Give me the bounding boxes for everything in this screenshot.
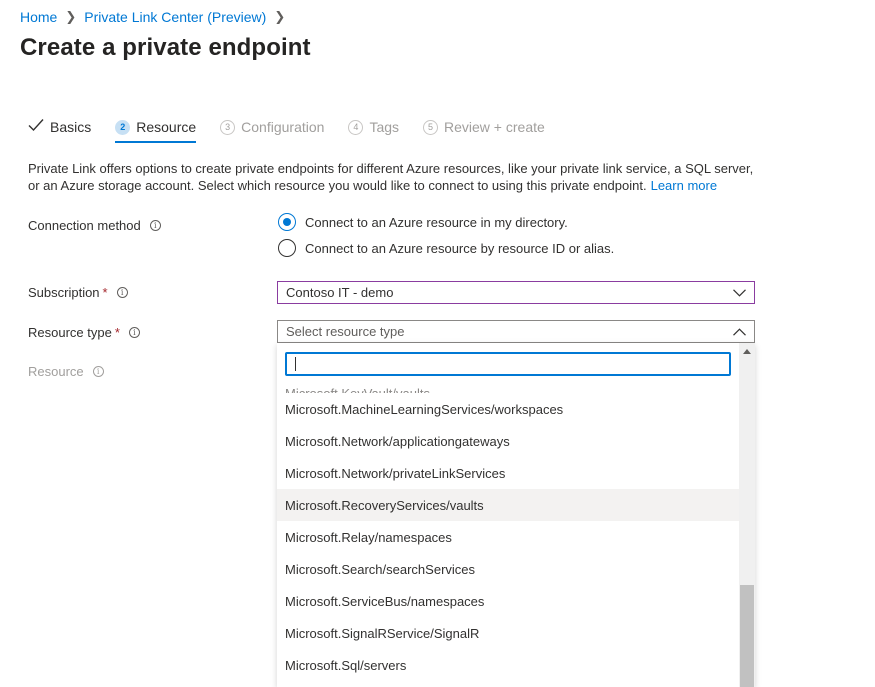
dropdown-option[interactable]: Microsoft.ServiceBus/namespaces xyxy=(277,585,739,617)
text-cursor xyxy=(295,357,296,371)
dropdown-option[interactable]: Microsoft.Network/applicationgateways xyxy=(277,425,739,457)
required-marker: * xyxy=(102,285,108,300)
info-icon[interactable]: i xyxy=(116,287,128,298)
subscription-label: Subscription * i xyxy=(28,285,128,300)
subscription-dropdown[interactable]: Contoso IT - demo xyxy=(277,281,755,304)
tab-basics[interactable]: Basics xyxy=(28,118,91,144)
resource-label: Resource i xyxy=(28,364,104,379)
dropdown-option[interactable]: Microsoft.MachineLearningServices/worksp… xyxy=(277,393,739,425)
connection-method-label: Connection method i xyxy=(28,218,161,233)
dropdown-options: Microsoft.KeyVault/vaults Microsoft.Mach… xyxy=(277,380,739,681)
radio-resource-id[interactable]: Connect to an Azure resource by resource… xyxy=(278,239,614,257)
checkmark-icon xyxy=(28,118,44,136)
dropdown-option[interactable]: Microsoft.SignalRService/SignalR xyxy=(277,617,739,649)
scroll-up-arrow-icon[interactable] xyxy=(743,349,751,354)
tab-label: Review + create xyxy=(444,119,545,135)
radio-button-unchecked[interactable] xyxy=(278,239,296,257)
step-number-badge: 3 xyxy=(220,119,236,135)
option-label: Microsoft.KeyVault/vaults xyxy=(285,386,430,393)
description-body: Private Link offers options to create pr… xyxy=(28,161,754,193)
wizard-tabs: Basics 2 Resource 3 Configuration 4 Tags… xyxy=(28,118,569,144)
breadcrumb-private-link-center[interactable]: Private Link Center (Preview) xyxy=(84,9,266,25)
chevron-down-icon xyxy=(732,286,746,300)
tab-label: Basics xyxy=(50,119,92,135)
info-icon[interactable]: i xyxy=(128,327,140,338)
tab-tags[interactable]: 4 Tags xyxy=(348,119,399,143)
step-number-badge: 4 xyxy=(348,119,364,135)
dropdown-search-box[interactable] xyxy=(285,352,731,376)
resource-type-label: Resource type * i xyxy=(28,325,140,340)
chevron-right-icon: ❯ xyxy=(274,9,286,24)
dropdown-scrollbar[interactable] xyxy=(739,343,755,687)
breadcrumb: Home ❯ Private Link Center (Preview) ❯ xyxy=(20,9,293,25)
radio-button-checked[interactable] xyxy=(278,213,296,231)
dropdown-option[interactable]: Microsoft.Sql/servers xyxy=(277,649,739,681)
info-icon[interactable]: i xyxy=(149,220,161,231)
label-text: Resource xyxy=(28,364,84,379)
dropdown-search-input[interactable] xyxy=(287,354,729,374)
dropdown-option[interactable]: Microsoft.Network/privateLinkServices xyxy=(277,457,739,489)
tab-label: Configuration xyxy=(241,119,325,135)
label-text: Connection method xyxy=(28,218,141,233)
label-text: Subscription xyxy=(28,285,100,300)
chevron-right-icon: ❯ xyxy=(65,9,77,24)
radio-label: Connect to an Azure resource by resource… xyxy=(305,240,615,256)
resource-type-dropdown[interactable]: Select resource type xyxy=(277,320,755,343)
chevron-up-icon xyxy=(732,325,746,339)
scrollbar-thumb[interactable] xyxy=(740,585,754,687)
dropdown-option[interactable]: Microsoft.KeyVault/vaults xyxy=(277,380,739,393)
resource-type-listbox: Microsoft.KeyVault/vaults Microsoft.Mach… xyxy=(277,343,755,687)
tab-configuration[interactable]: 3 Configuration xyxy=(220,119,324,143)
tab-label: Resource xyxy=(136,119,197,135)
dropdown-option-hovered[interactable]: Microsoft.RecoveryServices/vaults xyxy=(277,489,739,521)
description-text: Private Link offers options to create pr… xyxy=(28,160,758,194)
info-icon[interactable]: i xyxy=(92,366,104,377)
radio-label: Connect to an Azure resource in my direc… xyxy=(305,214,568,230)
tab-resource[interactable]: 2 Resource xyxy=(115,119,196,143)
radio-directory[interactable]: Connect to an Azure resource in my direc… xyxy=(278,213,568,231)
step-number-badge: 2 xyxy=(115,119,131,135)
page-title: Create a private endpoint xyxy=(20,34,311,61)
breadcrumb-home[interactable]: Home xyxy=(20,9,57,25)
subscription-value: Contoso IT - demo xyxy=(286,285,394,300)
tab-label: Tags xyxy=(369,119,400,135)
dropdown-option[interactable]: Microsoft.Search/searchServices xyxy=(277,553,739,585)
label-text: Resource type xyxy=(28,325,112,340)
learn-more-link[interactable]: Learn more xyxy=(651,178,717,193)
step-number-badge: 5 xyxy=(423,119,439,135)
resource-type-placeholder: Select resource type xyxy=(286,324,405,339)
tab-review-create[interactable]: 5 Review + create xyxy=(423,119,545,143)
dropdown-option[interactable]: Microsoft.Relay/namespaces xyxy=(277,521,739,553)
required-marker: * xyxy=(114,325,120,340)
